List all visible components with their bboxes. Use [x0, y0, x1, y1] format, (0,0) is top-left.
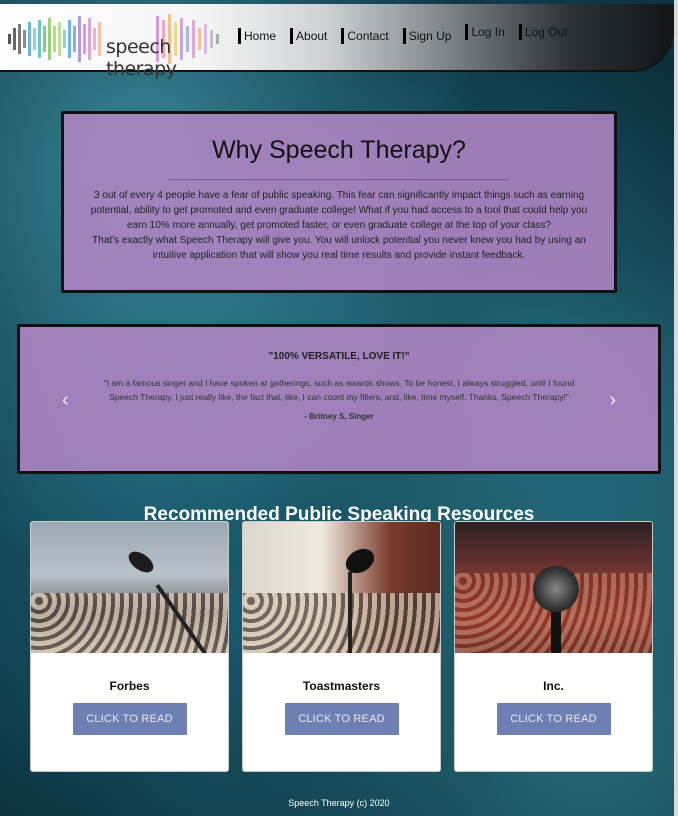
scrollbar[interactable] — [674, 0, 678, 816]
mic-stand-graphic — [348, 572, 352, 653]
why-paragraph-2: That's exactly what Speech Therapy will … — [92, 235, 586, 261]
card-title-inc: Inc. — [543, 679, 564, 693]
divider — [169, 179, 509, 180]
conference-microphone-image — [31, 522, 228, 653]
resource-card-inc: Inc. CLICK TO READ — [454, 521, 653, 772]
mic-head-graphic — [124, 547, 158, 577]
card-title-toastmasters: Toastmasters — [302, 679, 381, 693]
audience-microphone-image — [455, 522, 652, 653]
nav-log-in[interactable]: Log In — [465, 24, 505, 40]
testimonial-title: "100% VERSATILE, LOVE IT!" — [268, 351, 410, 362]
footer-copyright: Speech Therapy (c) 2020 — [288, 798, 390, 808]
card-title-forbes: Forbes — [109, 679, 150, 693]
resource-cards: Forbes CLICK TO READ Toastmasters CLICK … — [30, 521, 653, 772]
testimonial-quote: "I am a famous singer and I have spoken … — [103, 378, 575, 402]
click-to-read-button-forbes[interactable]: CLICK TO READ — [72, 703, 187, 735]
carousel-prev-icon[interactable]: ‹ — [62, 389, 69, 412]
nav-home[interactable]: Home — [238, 28, 276, 44]
logo-text: speech therapy — [106, 36, 177, 80]
click-to-read-button-toastmasters[interactable]: CLICK TO READ — [284, 703, 399, 735]
audience-graphic — [243, 593, 440, 653]
nav-sign-up[interactable]: Sign Up — [402, 28, 451, 44]
mic-head-graphic — [533, 566, 579, 612]
why-paragraph-1: 3 out of every 4 people have a fear of p… — [90, 190, 588, 231]
resource-card-toastmasters: Toastmasters CLICK TO READ — [242, 521, 441, 772]
carousel-next-icon[interactable]: › — [609, 389, 616, 412]
why-speech-therapy-panel: Why Speech Therapy? 3 out of every 4 peo… — [61, 111, 617, 293]
nav-log-out[interactable]: Log Out — [518, 24, 568, 40]
testimonial-carousel: ‹ › "100% VERSATILE, LOVE IT!" "I am a f… — [17, 324, 661, 474]
logo[interactable]: speech therapy — [6, 12, 234, 80]
stage-microphone-image — [243, 522, 440, 653]
testimonial-author: - Britney S, Singer — [304, 412, 374, 421]
why-title: Why Speech Therapy? — [212, 136, 466, 164]
nav-contact[interactable]: Contact — [341, 28, 389, 44]
site-header: speech therapy Home About Contact Sign U… — [0, 4, 674, 80]
nav-about[interactable]: About — [290, 28, 327, 44]
main-nav: Home About Contact Sign Up Log In Log Ou… — [238, 24, 582, 44]
resource-card-forbes: Forbes CLICK TO READ — [30, 521, 229, 772]
click-to-read-button-inc[interactable]: CLICK TO READ — [496, 703, 611, 735]
